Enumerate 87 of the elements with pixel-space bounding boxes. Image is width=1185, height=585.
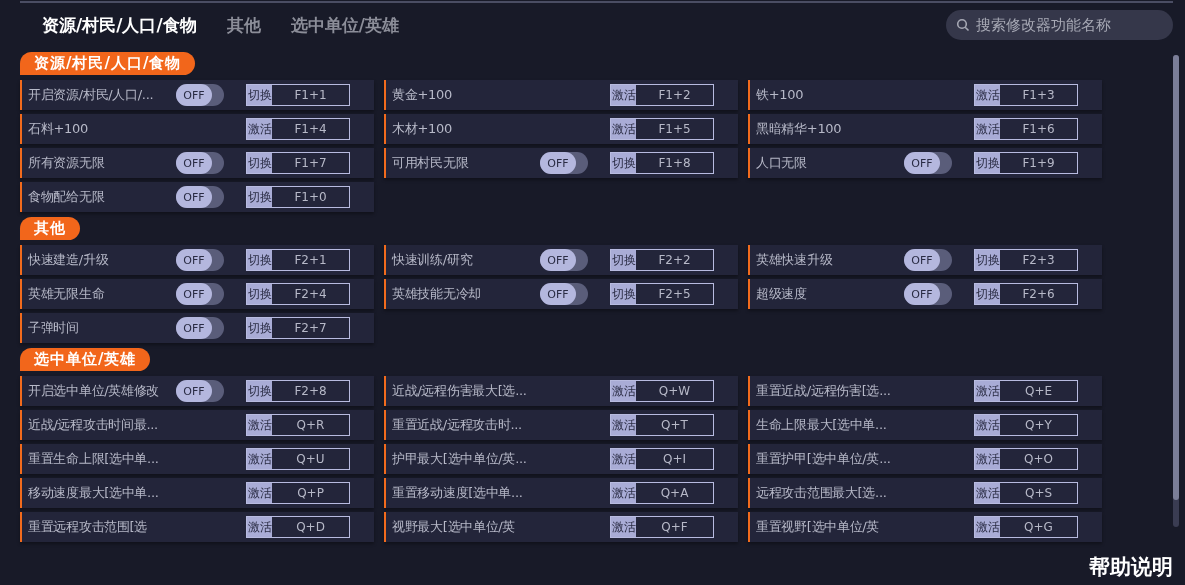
- cheat-name: 重置移动速度[选中单...: [392, 484, 524, 502]
- hotkey-button[interactable]: 激活 Q+T: [610, 414, 714, 436]
- toggle-switch[interactable]: OFF: [540, 283, 588, 305]
- hotkey-button[interactable]: 切换 F2+8: [246, 380, 350, 402]
- toggle-switch[interactable]: OFF: [176, 380, 224, 402]
- section-title: 资源/村民/人口/食物: [20, 52, 196, 75]
- cheat-name: 石料+100: [28, 120, 89, 138]
- category-tab[interactable]: 其他: [226, 13, 261, 37]
- cheat-name: 快速建造/升级: [28, 251, 110, 269]
- hotkey-button[interactable]: 切换 F2+1: [246, 249, 350, 271]
- hotkey-button[interactable]: 切换 F2+7: [246, 317, 350, 339]
- cheat-name: 重置远程攻击范围[选: [28, 518, 149, 536]
- toggle-switch[interactable]: OFF: [904, 249, 952, 271]
- hotkey-button[interactable]: 切换 F2+4: [246, 283, 350, 305]
- cheat-name: 木材+100: [392, 120, 453, 138]
- section-title: 其他: [20, 217, 80, 240]
- help-link[interactable]: 帮助说明: [1089, 553, 1173, 581]
- hotkey-button[interactable]: 切换 F2+6: [974, 283, 1078, 305]
- hotkey-button[interactable]: 切换 F1+8: [610, 152, 714, 174]
- cheat-name: 黑暗精华+100: [756, 120, 843, 138]
- cheat-name: 重置近战/远程伤害[选...: [756, 382, 892, 400]
- category-tab[interactable]: 选中单位/英雄: [290, 13, 399, 37]
- cheat-name: 视野最大[选中单位/英: [392, 518, 517, 536]
- cheat-name: 快速训练/研究: [392, 251, 474, 269]
- cheat-name: 重置护甲[选中单位/英...: [756, 450, 892, 468]
- cheat-name: 生命上限最大[选中单...: [756, 416, 888, 434]
- cheat-name: 英雄无限生命: [28, 285, 106, 303]
- toggle-switch[interactable]: OFF: [176, 84, 224, 106]
- hotkey-button[interactable]: 激活 F1+5: [610, 118, 714, 140]
- hotkey-button[interactable]: 切换 F2+3: [974, 249, 1078, 271]
- hotkey-button[interactable]: 激活 Q+P: [246, 482, 350, 504]
- hotkey-button[interactable]: 切换 F1+9: [974, 152, 1078, 174]
- cheat-name: 超级速度: [756, 285, 808, 303]
- cheat-name: 护甲最大[选中单位/英...: [392, 450, 528, 468]
- cheat-name: 英雄技能无冷却: [392, 285, 482, 303]
- hotkey-button[interactable]: 激活 Q+O: [974, 448, 1078, 470]
- cheat-name: 铁+100: [756, 86, 805, 104]
- hotkey-button[interactable]: 切换 F1+1: [246, 84, 350, 106]
- cheat-name: 近战/远程攻击时间最...: [28, 416, 159, 434]
- cheat-name: 开启选中单位/英雄修改: [28, 382, 161, 400]
- cheat-name: 子弹时间: [28, 319, 80, 337]
- hotkey-button[interactable]: 激活 Q+S: [974, 482, 1078, 504]
- search-field[interactable]: 搜索修改器功能名称: [946, 10, 1173, 40]
- hotkey-button[interactable]: 激活 Q+E: [974, 380, 1078, 402]
- cheat-name: 远程攻击范围最大[选...: [756, 484, 888, 502]
- hotkey-button[interactable]: 切换 F1+7: [246, 152, 350, 174]
- hotkey-button[interactable]: 激活 F1+4: [246, 118, 350, 140]
- toggle-switch[interactable]: OFF: [904, 152, 952, 174]
- scrollbar[interactable]: [1173, 55, 1179, 527]
- cheat-name: 重置视野[选中单位/英: [756, 518, 881, 536]
- search-icon: [956, 18, 970, 32]
- hotkey-button[interactable]: 激活 Q+I: [610, 448, 714, 470]
- toggle-switch[interactable]: OFF: [176, 317, 224, 339]
- cheat-name: 重置近战/远程攻击时...: [392, 416, 523, 434]
- cheat-name: 食物配给无限: [28, 188, 106, 206]
- cheat-name: 开启资源/村民/人口/...: [28, 86, 155, 104]
- toggle-switch[interactable]: OFF: [176, 152, 224, 174]
- hotkey-button[interactable]: 激活 Q+W: [610, 380, 714, 402]
- cheat-name: 英雄快速升级: [756, 251, 834, 269]
- cheat-name: 近战/远程伤害最大[选...: [392, 382, 528, 400]
- hotkey-button[interactable]: 激活 Q+A: [610, 482, 714, 504]
- hotkey-button[interactable]: 切换 F2+5: [610, 283, 714, 305]
- hotkey-button[interactable]: 切换 F2+2: [610, 249, 714, 271]
- hotkey-button[interactable]: 激活 F1+3: [974, 84, 1078, 106]
- cheat-name: 重置生命上限[选中单...: [28, 450, 160, 468]
- hotkey-button[interactable]: 激活 Q+D: [246, 516, 350, 538]
- hotkey-button[interactable]: 激活 Q+R: [246, 414, 350, 436]
- toggle-switch[interactable]: OFF: [540, 249, 588, 271]
- toggle-switch[interactable]: OFF: [176, 283, 224, 305]
- cheat-name: 所有资源无限: [28, 154, 106, 172]
- hotkey-button[interactable]: 激活 Q+U: [246, 448, 350, 470]
- hotkey-button[interactable]: 激活 F1+2: [610, 84, 714, 106]
- cheat-name: 黄金+100: [392, 86, 453, 104]
- cheat-name: 人口无限: [756, 154, 808, 172]
- hotkey-button[interactable]: 切换 F1+0: [246, 186, 350, 208]
- hotkey-button[interactable]: 激活 Q+F: [610, 516, 714, 538]
- cheat-name: 可用村民无限: [392, 154, 470, 172]
- cheat-name: 移动速度最大[选中单...: [28, 484, 160, 502]
- toggle-switch[interactable]: OFF: [904, 283, 952, 305]
- category-tab[interactable]: 资源/村民/人口/食物: [42, 13, 197, 37]
- toggle-switch[interactable]: OFF: [176, 186, 224, 208]
- hotkey-button[interactable]: 激活 F1+6: [974, 118, 1078, 140]
- section-title: 选中单位/英雄: [20, 348, 151, 371]
- hotkey-button[interactable]: 激活 Q+Y: [974, 414, 1078, 436]
- toggle-switch[interactable]: OFF: [540, 152, 588, 174]
- toggle-switch[interactable]: OFF: [176, 249, 224, 271]
- hotkey-button[interactable]: 激活 Q+G: [974, 516, 1078, 538]
